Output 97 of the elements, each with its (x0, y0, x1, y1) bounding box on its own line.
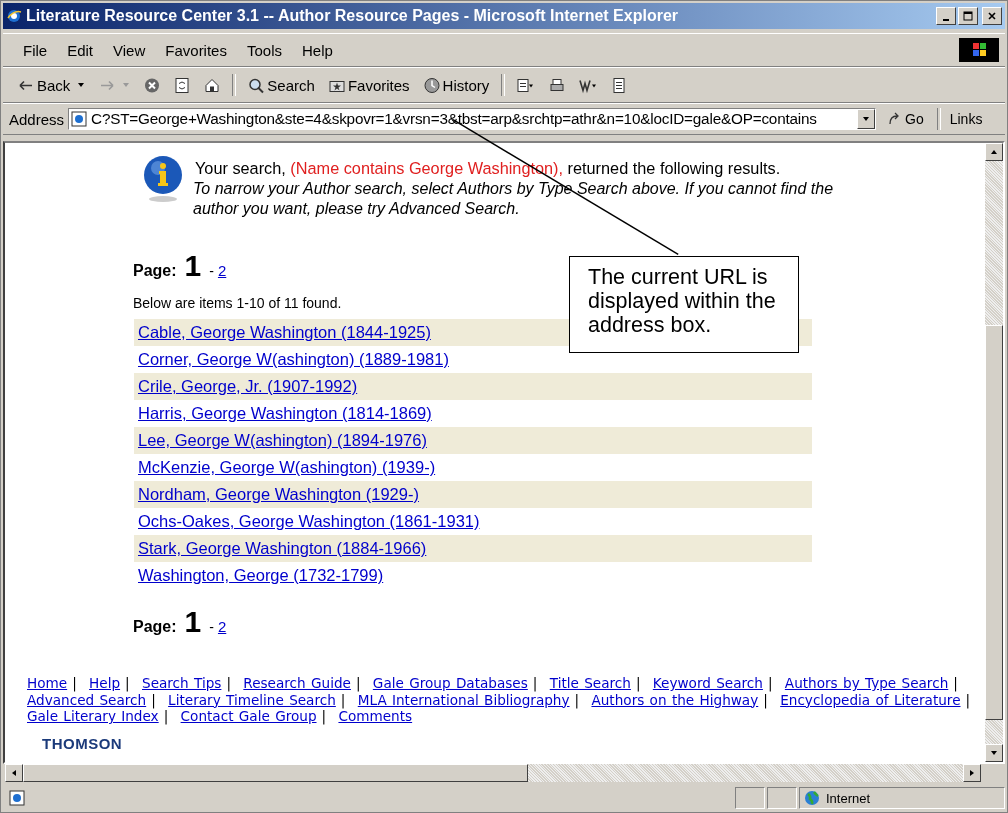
link-separator: | (532, 675, 538, 691)
menu-item[interactable]: Edit (57, 39, 104, 61)
footer-link[interactable]: Gale Literary Index (27, 708, 159, 724)
maximize-icon (963, 11, 973, 21)
author-link[interactable]: Nordham, George Washington (1929-) (138, 485, 419, 504)
link-separator: | (226, 675, 231, 691)
author-link[interactable]: McKenzie, George W(ashington) (1939-) (138, 458, 436, 477)
author-link[interactable]: Lee, George W(ashington) (1894-1976) (138, 431, 427, 450)
menu-item[interactable]: Tools (236, 39, 292, 61)
page-link[interactable]: 2 (217, 262, 227, 279)
link-separator: | (953, 675, 958, 691)
scroll-left-button[interactable] (5, 764, 23, 782)
current-page: 1 (184, 249, 202, 283)
page-icon (71, 111, 88, 127)
window-title: Literature Resource Center 3.1 -- Author Resource Pages - Microsoft Internet Explorer (26, 7, 679, 25)
author-link[interactable]: Crile, George, Jr. (1907-1992) (138, 377, 358, 396)
back-button[interactable]: Back (13, 73, 91, 97)
search-hint: To narrow your Author search, select Authors by Type Search above. If you cannot find the author you want, please try Advanced Search. (193, 179, 835, 219)
clock-icon (423, 75, 440, 95)
scroll-right-button[interactable] (963, 764, 981, 782)
link-separator: | (163, 708, 169, 724)
scroll-down-button[interactable] (985, 744, 1003, 762)
close-icon (987, 11, 997, 21)
favorites-button[interactable]: Favorites (323, 73, 415, 97)
maximize-button[interactable] (958, 7, 978, 25)
link-separator: | (635, 675, 641, 691)
page-label: Page: (133, 262, 177, 280)
close-button[interactable] (982, 7, 1002, 25)
document-icon (611, 75, 628, 95)
links-button[interactable]: Links (947, 111, 985, 127)
footer-link[interactable]: Literary Timeline Search (168, 691, 336, 708)
link-separator: | (965, 691, 971, 708)
horizontal-scrollbar[interactable] (5, 764, 1003, 782)
page-separator: - (209, 619, 214, 635)
results-summary: Below are items 1-10 of 11 found. (133, 295, 342, 311)
scroll-up-button[interactable] (985, 143, 1003, 161)
footer-link[interactable]: Home (27, 675, 68, 691)
footer-link[interactable]: Help (89, 675, 121, 691)
link-separator: | (574, 691, 580, 708)
footer-link[interactable]: Contact Gale Group (180, 708, 317, 724)
menu-item[interactable]: Help (292, 39, 343, 61)
address-label: Address (9, 110, 65, 128)
author-link[interactable]: Harris, George Washington (1814-1869) (138, 404, 432, 423)
author-link[interactable]: Washington, George (1732-1799) (138, 566, 384, 585)
author-link[interactable]: Ochs-Oakes, George Washington (1861-1931) (138, 512, 480, 531)
menu-item[interactable]: Favorites (155, 39, 237, 61)
page-label: Page: (133, 618, 177, 636)
info-icon (141, 155, 185, 203)
footer-link[interactable]: Authors by Type Search (784, 675, 949, 691)
page-separator: - (209, 263, 214, 279)
link-separator: | (763, 691, 768, 708)
company-logo: THOMSON (42, 734, 124, 752)
link-separator: | (72, 675, 77, 691)
minimize-button[interactable] (936, 7, 956, 25)
link-separator: | (151, 691, 156, 708)
callout-note: The current URL is displayed within the address box. (569, 256, 799, 353)
address-field[interactable]: C?ST=George+Washington&ste=4&skpovr=1&vrsn=3&tbst=arp&srchtp=athr&n=10&locID=gale&OP=contains (68, 108, 877, 130)
page-link[interactable]: 2 (217, 618, 227, 635)
link-separator: | (125, 675, 130, 691)
current-page: 1 (184, 605, 202, 639)
link-separator: | (355, 675, 361, 691)
footer-link[interactable]: Authors on the Highway (591, 691, 759, 708)
footer-link[interactable]: Gale Group Databases (372, 675, 528, 691)
footer-link[interactable]: Comments (338, 708, 413, 724)
go-button[interactable]: Go (880, 111, 930, 127)
windows-logo-icon (959, 37, 999, 63)
status-panel (767, 787, 797, 809)
footer-link[interactable]: Title Search (549, 675, 631, 691)
browser-icon (6, 8, 22, 24)
footer-link[interactable]: Search Tips (142, 675, 222, 691)
author-link[interactable]: Cable, George Washington (1844-1925) (138, 323, 431, 342)
caret-icon (77, 81, 86, 89)
dropdown-button[interactable] (857, 109, 876, 129)
link-separator: | (321, 708, 327, 724)
menu-item[interactable]: File (13, 39, 58, 61)
page-icon (9, 790, 25, 806)
footer-link[interactable]: Keyword Search (652, 675, 763, 691)
footer-link[interactable]: Advanced Search (27, 691, 147, 708)
footer-link[interactable]: Research Guide (243, 675, 351, 691)
status-panel (735, 787, 765, 809)
author-link[interactable]: Corner, George W(ashington) (1889-1981) (138, 350, 449, 369)
author-link[interactable]: Stark, George Washington (1884-1966) (138, 539, 427, 558)
history-button[interactable]: History (418, 73, 495, 97)
link-separator: | (767, 675, 773, 691)
link-separator: | (340, 691, 346, 708)
caret-icon (122, 81, 131, 89)
minimize-icon (943, 18, 949, 21)
menu-item[interactable]: View (103, 39, 156, 61)
security-zone: Internet (826, 790, 871, 806)
refresh-icon (174, 75, 191, 95)
footer-link[interactable]: Encyclopedia of Literature (780, 691, 961, 708)
search-button[interactable]: Search (243, 73, 320, 97)
footer-link[interactable]: MLA International Bibliography (357, 691, 570, 708)
scroll-thumb[interactable] (985, 325, 1003, 720)
vertical-scrollbar[interactable] (985, 143, 1003, 762)
globe-icon (804, 790, 820, 806)
scroll-thumb[interactable] (23, 764, 528, 782)
